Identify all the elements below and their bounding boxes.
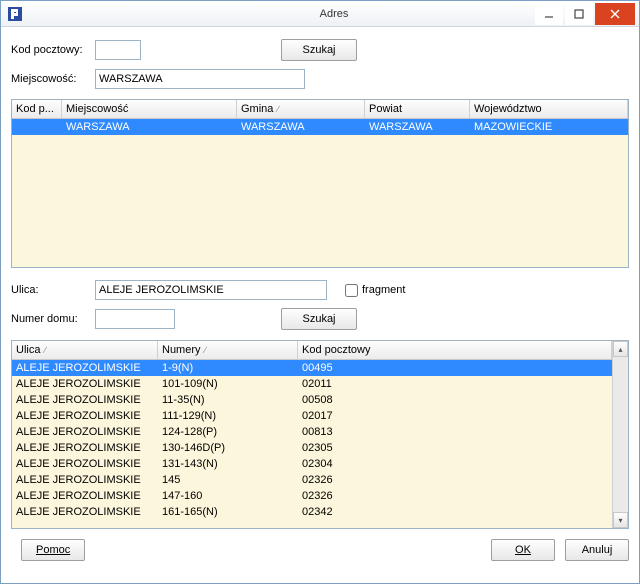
sort-indicator: ∕ [205,345,207,355]
minimize-button[interactable] [535,3,563,25]
cell [12,119,62,135]
cell: 02326 [298,488,612,504]
cell: 130-146D(P) [158,440,298,456]
street-row: Ulica: fragment [11,280,629,300]
cell: WARSZAWA [237,119,365,135]
scroll-track[interactable] [613,357,628,512]
cell: ALEJE JEROZOLIMSKIE [12,472,158,488]
cell: ALEJE JEROZOLIMSKIE [12,456,158,472]
search-postal-button[interactable]: Szukaj [281,39,357,61]
col-postal[interactable]: Kod p... [12,100,62,118]
houseno-row: Numer domu: Szukaj [11,308,629,330]
table-row[interactable]: WARSZAWAWARSZAWAWARSZAWAMAZOWIECKIE [12,119,628,135]
table-row[interactable]: ALEJE JEROZOLIMSKIE111-129(N)02017 [12,408,612,424]
cell: 00508 [298,392,612,408]
cell: WARSZAWA [62,119,237,135]
cell: 02011 [298,376,612,392]
fragment-checkbox[interactable] [345,284,358,297]
col-street[interactable]: Ulica∕ [12,341,158,359]
cell: 11-35(N) [158,392,298,408]
cell: 00495 [298,360,612,376]
ok-button[interactable]: OK [491,539,555,561]
scroll-up-button[interactable]: ▴ [613,341,628,357]
cell: ALEJE JEROZOLIMSKIE [12,376,158,392]
city-row: Miejscowość: [11,69,629,89]
city-table-body: WARSZAWAWARSZAWAWARSZAWAMAZOWIECKIE [12,119,628,267]
cell: 111-129(N) [158,408,298,424]
scroll-down-button[interactable]: ▾ [613,512,628,528]
table-row[interactable]: ALEJE JEROZOLIMSKIE14502326 [12,472,612,488]
col-street-postal[interactable]: Kod pocztowy [298,341,612,359]
maximize-button[interactable] [565,3,593,25]
help-button[interactable]: Pomoc [21,539,85,561]
col-gmina[interactable]: Gmina∕ [237,100,365,118]
titlebar: Adres [1,1,639,27]
postal-input[interactable] [95,40,141,60]
col-city[interactable]: Miejscowość [62,100,237,118]
col-nums[interactable]: Numery∕ [158,341,298,359]
table-row[interactable]: ALEJE JEROZOLIMSKIE1-9(N)00495 [12,360,612,376]
cell: 161-165(N) [158,504,298,520]
col-woj[interactable]: Województwo [470,100,628,118]
col-powiat[interactable]: Powiat [365,100,470,118]
cell: 147-160 [158,488,298,504]
cell: 101-109(N) [158,376,298,392]
city-label: Miejscowość: [11,73,91,85]
close-button[interactable] [595,3,635,25]
table-row[interactable]: ALEJE JEROZOLIMSKIE11-35(N)00508 [12,392,612,408]
table-row[interactable]: ALEJE JEROZOLIMSKIE101-109(N)02011 [12,376,612,392]
city-table-header: Kod p... Miejscowość Gmina∕ Powiat Wojew… [12,100,628,119]
cell: MAZOWIECKIE [470,119,628,135]
houseno-input[interactable] [95,309,175,329]
street-table-body: ALEJE JEROZOLIMSKIE1-9(N)00495ALEJE JERO… [12,360,612,528]
cell: 145 [158,472,298,488]
houseno-label: Numer domu: [11,313,91,325]
cell: WARSZAWA [365,119,470,135]
sort-indicator: ∕ [44,345,46,355]
street-table[interactable]: Ulica∕ Numery∕ Kod pocztowy ALEJE JEROZO… [11,340,629,529]
cell: 02304 [298,456,612,472]
cell: 02017 [298,408,612,424]
city-table[interactable]: Kod p... Miejscowość Gmina∕ Powiat Wojew… [11,99,629,268]
cell: 124-128(P) [158,424,298,440]
app-icon [7,6,23,22]
cell: 131-143(N) [158,456,298,472]
close-icon [609,8,621,20]
street-table-header: Ulica∕ Numery∕ Kod pocztowy [12,341,612,360]
cell: ALEJE JEROZOLIMSKIE [12,488,158,504]
cell: ALEJE JEROZOLIMSKIE [12,424,158,440]
table-row[interactable]: ALEJE JEROZOLIMSKIE161-165(N)02342 [12,504,612,520]
cell: ALEJE JEROZOLIMSKIE [12,392,158,408]
cell: ALEJE JEROZOLIMSKIE [12,360,158,376]
cell: ALEJE JEROZOLIMSKIE [12,504,158,520]
street-label: Ulica: [11,284,91,296]
cell: 1-9(N) [158,360,298,376]
city-input[interactable] [95,69,305,89]
client-area: Kod pocztowy: Szukaj Miejscowość: Kod p.… [1,27,639,583]
footer: Pomoc OK Anuluj [11,529,629,561]
table-row[interactable]: ALEJE JEROZOLIMSKIE124-128(P)00813 [12,424,612,440]
cell: 02305 [298,440,612,456]
table-row[interactable]: ALEJE JEROZOLIMSKIE131-143(N)02304 [12,456,612,472]
cell: 02326 [298,472,612,488]
table-row[interactable]: ALEJE JEROZOLIMSKIE130-146D(P)02305 [12,440,612,456]
cancel-button[interactable]: Anuluj [565,539,629,561]
street-scrollbar[interactable]: ▴ ▾ [612,341,628,528]
postal-row: Kod pocztowy: Szukaj [11,39,629,61]
search-street-button[interactable]: Szukaj [281,308,357,330]
cell: ALEJE JEROZOLIMSKIE [12,440,158,456]
table-row[interactable]: ALEJE JEROZOLIMSKIE147-16002326 [12,488,612,504]
sort-indicator: ∕ [277,104,279,114]
cell: 02342 [298,504,612,520]
cell: 00813 [298,424,612,440]
postal-label: Kod pocztowy: [11,44,91,56]
cell: ALEJE JEROZOLIMSKIE [12,408,158,424]
street-input[interactable] [95,280,327,300]
window: Adres Kod pocztowy: Szukaj Miejscowość: [0,0,640,584]
fragment-label: fragment [362,284,405,296]
